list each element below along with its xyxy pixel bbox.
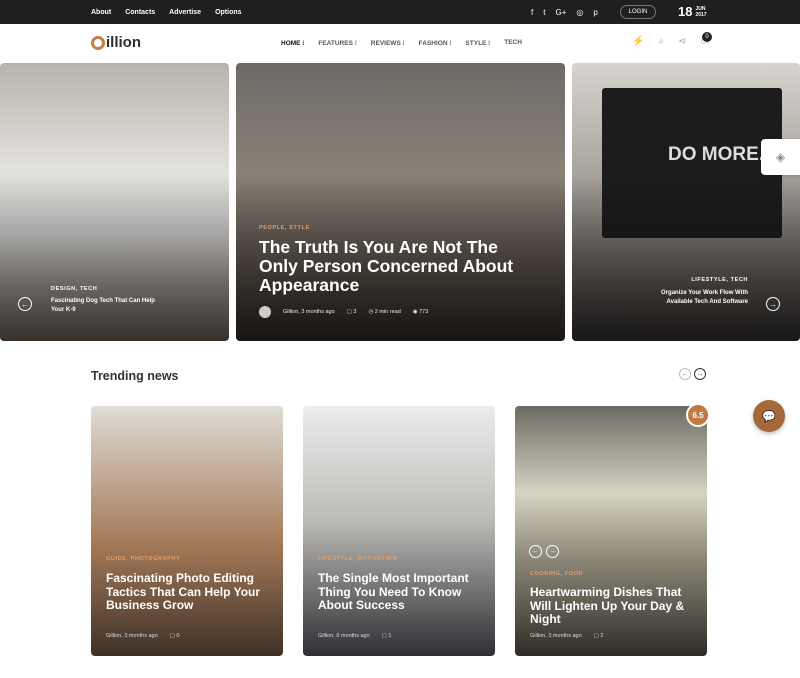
rating-badge: 6.5 <box>686 403 710 427</box>
card-comments-value: 2 <box>600 633 604 639</box>
views-value: 773 <box>419 309 429 315</box>
search-icon[interactable]: ⌕ <box>658 36 664 47</box>
trending-prev-button[interactable]: ← <box>679 368 691 380</box>
gallery-prev-button[interactable]: ← <box>529 545 542 558</box>
card-category[interactable]: COOKING, FOOD <box>530 571 583 577</box>
trending-card-1[interactable]: GUIDE, PHOTOGRAPHY Fascinating Photo Edi… <box>91 406 283 656</box>
slider-prev-button[interactable]: ← <box>18 297 32 311</box>
card-comments-value: 1 <box>388 633 392 639</box>
nav-tech[interactable]: TECH <box>504 39 522 47</box>
hero-slide-1[interactable]: DESIGN, TECH Fascinating Dog Tech That C… <box>0 63 229 341</box>
arrow-left-icon: ← <box>21 299 29 309</box>
logo-mark-icon <box>91 35 105 50</box>
trending-title: Trending news <box>91 369 179 383</box>
nav-features[interactable]: FEATURES ⁝ <box>318 39 356 47</box>
top-link-advertise[interactable]: Advertise <box>169 9 201 16</box>
read-time-value: 2 min read <box>374 309 401 315</box>
hero-slide-3[interactable]: DO MORE. LIFESTYLE, TECH Organize Your W… <box>572 63 800 341</box>
header-icons: ⚡ ⌕ ⋖ ▭ <box>632 36 710 47</box>
card-title[interactable]: Fascinating Photo Editing Tactics That C… <box>106 571 271 613</box>
date-day: 18 <box>678 4 693 19</box>
card-category[interactable]: GUIDE, PHOTOGRAPHY <box>106 556 180 562</box>
twitter-icon[interactable]: t <box>543 8 545 17</box>
top-bar: About Contacts Advertise Options f t G+ … <box>0 0 800 24</box>
card-meta: Gillion, 3 months ago ▢ 2 <box>530 633 603 639</box>
slider-next-button[interactable]: → <box>766 297 780 311</box>
card-category[interactable]: LIFESTYLE, MOTIVATION <box>318 556 397 562</box>
slide-overlay <box>0 174 229 341</box>
chat-icon: 💬 <box>762 410 776 423</box>
card-title[interactable]: The Single Most Important Thing You Need… <box>318 571 483 613</box>
slide-title[interactable]: Fascinating Dog Tech That Can Help Your … <box>51 297 161 315</box>
trending-card-3[interactable]: ← → COOKING, FOOD Heartwarming Dishes Th… <box>515 406 707 656</box>
top-link-contacts[interactable]: Contacts <box>125 9 155 16</box>
date-display: 18 JUN 2017 <box>678 4 707 19</box>
card-comments[interactable]: ▢ 2 <box>594 633 604 639</box>
date-month-year: JUN 2017 <box>695 6 706 18</box>
nav-style[interactable]: STYLE ⁝ <box>465 39 490 47</box>
top-link-options[interactable]: Options <box>215 9 241 16</box>
social-links: f t G+ ◎ p <box>531 0 598 24</box>
card-gallery-nav: ← → <box>529 545 559 558</box>
trending-next-button[interactable]: → <box>694 368 706 380</box>
pinterest-icon[interactable]: p <box>593 8 597 17</box>
avatar[interactable] <box>259 306 271 318</box>
logo-text: illion <box>106 34 141 51</box>
date-year: 2017 <box>695 11 707 18</box>
card-title[interactable]: Heartwarming Dishes That Will Lighten Up… <box>530 585 695 627</box>
slide-category[interactable]: DESIGN, TECH <box>51 286 97 292</box>
google-plus-icon[interactable]: G+ <box>555 8 566 17</box>
nav-home[interactable]: HOME ⁝ <box>281 39 304 47</box>
facebook-icon[interactable]: f <box>531 8 533 17</box>
card-comments[interactable]: ▢ 0 <box>170 633 180 639</box>
arrow-right-icon: → <box>769 299 777 309</box>
card-author[interactable]: Gillion, 3 months ago <box>530 633 582 639</box>
share-icon[interactable]: ⋖ <box>678 36 686 47</box>
top-link-about[interactable]: About <box>91 9 111 16</box>
card-author[interactable]: Gillion, 6 months ago <box>318 633 370 639</box>
logo[interactable]: illion <box>91 34 141 51</box>
card-comments[interactable]: ▢ 1 <box>382 633 392 639</box>
main-nav: HOME ⁝ FEATURES ⁝ REVIEWS ⁝ FASHION ⁝ ST… <box>281 39 522 47</box>
gallery-next-button[interactable]: → <box>546 545 559 558</box>
trending-nav: ← → <box>679 368 706 380</box>
slide-title[interactable]: Organize Your Work Flow With Available T… <box>648 289 748 307</box>
cart-count-badge: 0 <box>702 32 712 42</box>
slide-meta: Gillion, 3 months ago ▢ 3 ◷ 2 min read ◉… <box>259 306 428 318</box>
nav-fashion[interactable]: FASHION ⁝ <box>419 39 452 47</box>
instagram-icon[interactable]: ◎ <box>576 8 583 17</box>
layers-icon: ◈ <box>775 150 786 164</box>
read-time: ◷ 2 min read <box>368 309 400 315</box>
card-meta: Gillion, 3 months ago ▢ 0 <box>106 633 179 639</box>
hero-slide-2[interactable]: PEOPLE, STYLE The Truth Is You Are Not T… <box>236 63 565 341</box>
card-meta: Gillion, 6 months ago ▢ 1 <box>318 633 391 639</box>
lightning-icon[interactable]: ⚡ <box>632 36 644 47</box>
monitor-screen-text: DO MORE. <box>668 144 765 165</box>
slide-title[interactable]: The Truth Is You Are Not The Only Person… <box>259 238 539 295</box>
chat-button[interactable]: 💬 <box>753 400 785 432</box>
views-count: ◉ 773 <box>413 309 429 315</box>
post-author[interactable]: Gillion, 3 months ago <box>283 309 335 315</box>
nav-reviews[interactable]: REVIEWS ⁝ <box>371 39 405 47</box>
card-author[interactable]: Gillion, 3 months ago <box>106 633 158 639</box>
card-comments-value: 0 <box>176 633 180 639</box>
login-button[interactable]: LOGIN <box>620 5 656 19</box>
main-header: illion HOME ⁝ FEATURES ⁝ REVIEWS ⁝ FASHI… <box>0 24 800 62</box>
slide-category[interactable]: PEOPLE, STYLE <box>259 225 310 231</box>
layers-button[interactable]: ◈ <box>761 139 800 175</box>
top-links: About Contacts Advertise Options <box>91 0 242 24</box>
slide-overlay <box>572 174 800 341</box>
comments-count[interactable]: ▢ 3 <box>347 309 357 315</box>
slide-category[interactable]: LIFESTYLE, TECH <box>691 277 748 283</box>
trending-card-2[interactable]: LIFESTYLE, MOTIVATION The Single Most Im… <box>303 406 495 656</box>
comments-value: 3 <box>353 309 357 315</box>
